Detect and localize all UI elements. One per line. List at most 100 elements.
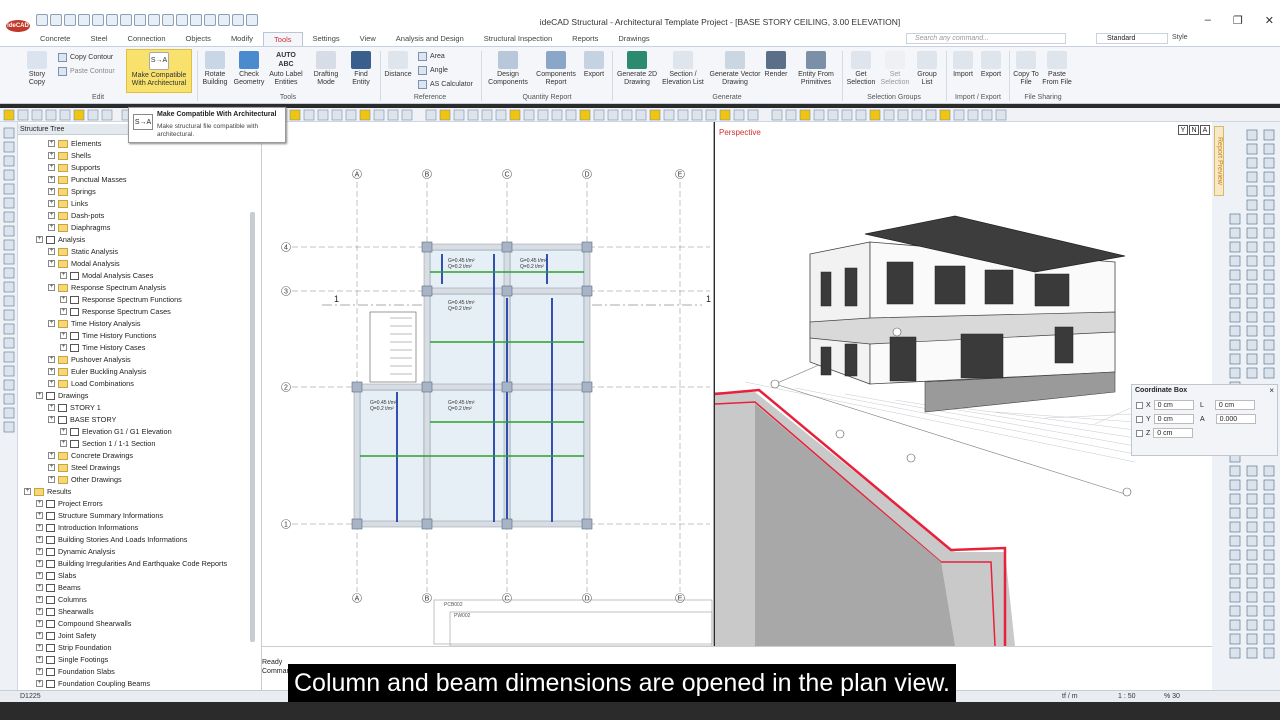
- tree-item[interactable]: + Analysis: [36, 234, 85, 245]
- right-tool-icon[interactable]: [1246, 605, 1258, 617]
- right-tool-icon[interactable]: [1246, 367, 1258, 379]
- generate-vector-drawing-button[interactable]: Generate Vector Drawing: [706, 51, 764, 87]
- expand-icon[interactable]: +: [36, 500, 43, 507]
- tree-item[interactable]: + Elevation G1 / G1 Elevation: [60, 426, 172, 437]
- column[interactable]: [351, 381, 363, 393]
- left-tool-icon[interactable]: [3, 267, 15, 279]
- tree-scrollbar[interactable]: [250, 212, 255, 642]
- toolbar-button-icon[interactable]: [911, 109, 923, 121]
- left-tool-strip[interactable]: [0, 122, 18, 690]
- tree-item[interactable]: + Supports: [48, 162, 100, 173]
- expand-icon[interactable]: +: [36, 668, 43, 675]
- toolbar-button-icon[interactable]: [495, 109, 507, 121]
- right-tool-icon[interactable]: [1263, 311, 1275, 323]
- rotate-building-button[interactable]: Rotate Building: [200, 51, 230, 87]
- toolbar-button-icon[interactable]: [869, 109, 881, 121]
- left-tool-icon[interactable]: [3, 253, 15, 265]
- toolbar-button-icon[interactable]: [3, 109, 15, 121]
- right-tool-icon[interactable]: [1229, 619, 1241, 631]
- tab-objects[interactable]: Objects: [176, 32, 221, 46]
- right-tool-icon[interactable]: [1229, 521, 1241, 533]
- right-tool-icon[interactable]: [1263, 465, 1275, 477]
- toolbar-button-icon[interactable]: [31, 109, 43, 121]
- right-tool-icon[interactable]: [1229, 549, 1241, 561]
- toolbar-button-icon[interactable]: [453, 109, 465, 121]
- search-input[interactable]: Search any command...: [906, 33, 1066, 44]
- tree-item[interactable]: + BASE STORY: [48, 414, 116, 425]
- expand-icon[interactable]: +: [48, 356, 55, 363]
- right-tool-icon[interactable]: [1246, 591, 1258, 603]
- expand-icon[interactable]: +: [48, 152, 55, 159]
- left-tool-icon[interactable]: [3, 407, 15, 419]
- right-tool-icon[interactable]: [1263, 157, 1275, 169]
- right-tool-icon[interactable]: [1229, 255, 1241, 267]
- right-tool-icon[interactable]: [1246, 647, 1258, 659]
- toolbar-button-icon[interactable]: [691, 109, 703, 121]
- z-field[interactable]: 0 cm: [1153, 428, 1194, 438]
- toolbar-button-icon[interactable]: [799, 109, 811, 121]
- column[interactable]: [421, 241, 433, 253]
- expand-icon[interactable]: +: [36, 584, 43, 591]
- tab-concrete[interactable]: Concrete: [30, 32, 80, 46]
- plan-drawing[interactable]: AABBCCDDEE43211 1G=0.45 t/m²Q=0.2 t/m²G=0…: [262, 122, 714, 647]
- ortho-icon[interactable]: [162, 14, 174, 26]
- tree-item[interactable]: + Time History Analysis: [48, 318, 140, 329]
- right-tool-icon[interactable]: [1229, 367, 1241, 379]
- left-tool-icon[interactable]: [3, 379, 15, 391]
- tree-item[interactable]: + Static Analysis: [48, 246, 118, 257]
- tree-item[interactable]: + Shells: [48, 150, 91, 161]
- right-tool-icon[interactable]: [1229, 479, 1241, 491]
- tab-analysis-design[interactable]: Analysis and Design: [386, 32, 474, 46]
- entity-from-primitives-button[interactable]: Entity From Primitives: [794, 51, 838, 87]
- toolbar-button-icon[interactable]: [359, 109, 371, 121]
- right-tool-icon[interactable]: [1246, 129, 1258, 141]
- tree-item[interactable]: + Columns: [36, 594, 87, 605]
- expand-icon[interactable]: +: [60, 440, 67, 447]
- tree-item[interactable]: + Drawings: [36, 390, 88, 401]
- tab-settings[interactable]: Settings: [303, 32, 350, 46]
- left-tool-icon[interactable]: [3, 197, 15, 209]
- expand-icon[interactable]: +: [60, 344, 67, 351]
- tree-item[interactable]: + Building Stories And Loads Informations: [36, 534, 187, 545]
- right-tool-icon[interactable]: [1229, 507, 1241, 519]
- toolbar-button-icon[interactable]: [17, 109, 29, 121]
- toolbar-button-icon[interactable]: [331, 109, 343, 121]
- column[interactable]: [581, 518, 593, 530]
- expand-icon[interactable]: +: [48, 380, 55, 387]
- column[interactable]: [581, 285, 593, 297]
- expand-icon[interactable]: +: [60, 428, 67, 435]
- right-tool-icon[interactable]: [1229, 493, 1241, 505]
- tab-connection[interactable]: Connection: [118, 32, 176, 46]
- get-selection-button[interactable]: Get Selection: [844, 51, 878, 87]
- toolbar-button-icon[interactable]: [387, 109, 399, 121]
- right-tool-icon[interactable]: [1263, 283, 1275, 295]
- right-tool-icon[interactable]: [1263, 129, 1275, 141]
- toolbar-button-icon[interactable]: [897, 109, 909, 121]
- undo-icon[interactable]: [92, 14, 104, 26]
- left-tool-icon[interactable]: [3, 141, 15, 153]
- area-button[interactable]: Area: [418, 52, 445, 61]
- y-field[interactable]: 0 cm: [1153, 414, 1194, 424]
- left-tool-icon[interactable]: [3, 365, 15, 377]
- left-tool-icon[interactable]: [3, 393, 15, 405]
- tab-modify[interactable]: Modify: [221, 32, 263, 46]
- right-tool-icon[interactable]: [1246, 549, 1258, 561]
- toolbar-button-icon[interactable]: [677, 109, 689, 121]
- open-file-icon[interactable]: [50, 14, 62, 26]
- right-tool-icon[interactable]: [1246, 227, 1258, 239]
- toolbar-button-icon[interactable]: [719, 109, 731, 121]
- save-icon[interactable]: [64, 14, 76, 26]
- toolbar-button-icon[interactable]: [303, 109, 315, 121]
- right-tool-icon[interactable]: [1263, 591, 1275, 603]
- expand-icon[interactable]: +: [36, 680, 43, 687]
- column[interactable]: [581, 241, 593, 253]
- right-tool-icon[interactable]: [1263, 507, 1275, 519]
- left-tool-icon[interactable]: [3, 281, 15, 293]
- toolbar-button-icon[interactable]: [607, 109, 619, 121]
- right-tool-icon[interactable]: [1246, 507, 1258, 519]
- tab-reports[interactable]: Reports: [562, 32, 608, 46]
- expand-icon[interactable]: +: [48, 188, 55, 195]
- tree-item[interactable]: + Building Irregularities And Earthquake …: [36, 558, 227, 569]
- tree-item[interactable]: + Euler Buckling Analysis: [48, 366, 146, 377]
- expand-icon[interactable]: +: [48, 224, 55, 231]
